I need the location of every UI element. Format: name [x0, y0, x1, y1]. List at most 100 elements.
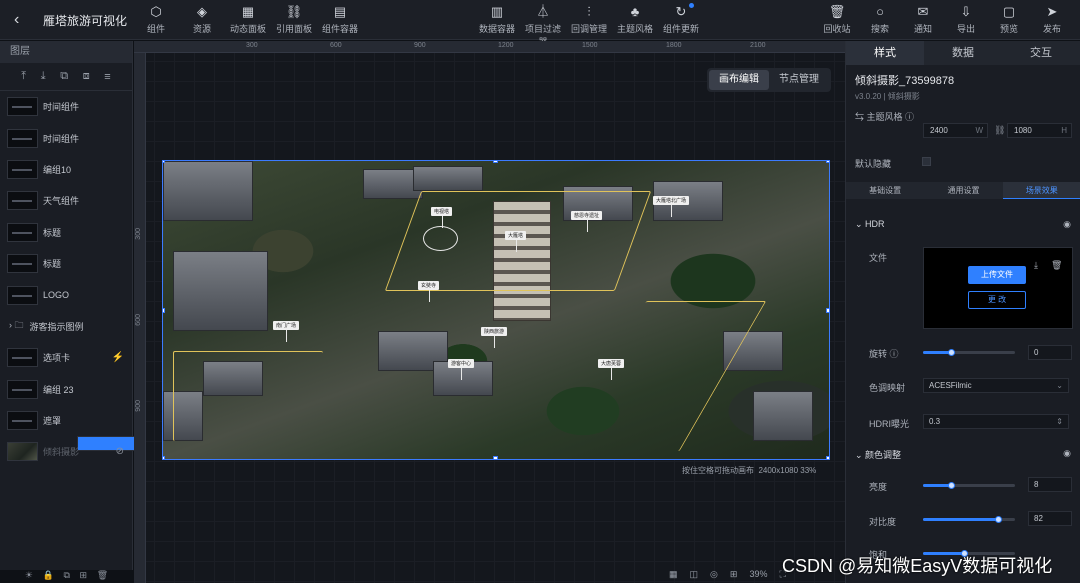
layer-label: 选项卡	[43, 353, 71, 364]
layer-item[interactable]: 时间组件	[0, 122, 132, 153]
poi-label[interactable]: 游客中心	[448, 359, 475, 380]
poi-label[interactable]: 玄奘寺	[418, 281, 440, 302]
toolbar-mid-2[interactable]: ⫶ 回调管理	[568, 4, 610, 35]
contrast-slider[interactable]	[923, 516, 1015, 523]
resize-handle[interactable]	[163, 308, 165, 313]
hdr-section-header[interactable]: ⌄ HDR	[855, 219, 885, 230]
layer-item[interactable]: 编组 23	[0, 374, 132, 405]
hdr-file-upload[interactable]: 上传文件 更 改 ⤓ 🗑	[923, 247, 1073, 329]
layer-item[interactable]: 天气组件	[0, 185, 132, 216]
toolbar-right-5[interactable]: ➤ 发布	[1031, 4, 1073, 35]
toolbar-mid-0[interactable]: ▥ 数据容器	[476, 4, 518, 35]
toolbar-mid-3[interactable]: ♣ 主题风格	[614, 4, 656, 35]
download-icon[interactable]: ⤓	[1034, 260, 1038, 271]
poi-label[interactable]: 南门广场	[273, 321, 300, 342]
layer-tool-icon[interactable]: ≡	[104, 71, 110, 83]
poi-label[interactable]: 电视塔	[431, 207, 453, 228]
stepper-icon[interactable]: ⇕	[1056, 415, 1063, 428]
poi-label[interactable]: 大唐芙蓉	[598, 359, 625, 380]
eye-icon[interactable]: ◉	[1063, 448, 1071, 459]
settings-subtab[interactable]: 基础设置	[846, 182, 924, 199]
property-tab[interactable]: 交互	[1002, 41, 1080, 65]
rotate-slider[interactable]	[923, 349, 1015, 356]
layer-item[interactable]: 倾斜摄影 ⊘	[0, 436, 132, 467]
resize-handle[interactable]	[163, 161, 165, 163]
eye-icon[interactable]: ◉	[1063, 219, 1071, 230]
toolbar-right-3[interactable]: ⇩ 导出	[945, 4, 987, 35]
resize-handle[interactable]	[163, 456, 165, 459]
toolbar-left-1[interactable]: ◈ 资源	[181, 4, 223, 35]
layer-item[interactable]: 选项卡 ⚡	[0, 342, 132, 373]
layer-flag-icon[interactable]: ⚡	[112, 352, 124, 363]
delete-icon[interactable]: 🗑	[1051, 260, 1062, 271]
poi-label[interactable]: 大雁塔	[505, 231, 527, 252]
slider-knob[interactable]	[947, 482, 955, 489]
resize-handle[interactable]	[826, 308, 829, 313]
settings-subtab[interactable]: 场景效果	[1002, 182, 1080, 199]
resize-handle[interactable]	[493, 456, 498, 459]
contrast-input[interactable]: 82	[1028, 511, 1072, 526]
layer-item[interactable]: 标题	[0, 248, 132, 279]
rotate-input[interactable]: 0	[1028, 345, 1072, 360]
canvas-bottom-control[interactable]: ◫	[690, 569, 699, 580]
resize-handle[interactable]	[493, 161, 498, 163]
width-input[interactable]: 2400 W	[923, 123, 988, 138]
layer-tool-icon[interactable]: ⤓	[41, 70, 46, 83]
link-ratio-icon[interactable]: ⛓	[994, 125, 1005, 136]
canvas-tab[interactable]: 画布编辑	[709, 70, 769, 90]
layer-tool-icon[interactable]: ⧉	[60, 70, 68, 83]
slider-knob[interactable]	[995, 516, 1003, 523]
toolbar-right-2[interactable]: ✉ 通知	[902, 4, 944, 35]
layer-group[interactable]: › 🗀 游客指示图例	[0, 311, 132, 342]
toolbar-mid-4[interactable]: ↻ 组件更新	[660, 3, 702, 35]
toolbar-left-2[interactable]: ▦ 动态面板	[227, 4, 269, 35]
slider-fill	[923, 518, 999, 521]
brightness-input[interactable]: 8	[1028, 477, 1072, 492]
canvas-bottom-control[interactable]: ⊞	[730, 569, 738, 580]
canvas-bottom-control[interactable]: 39%	[749, 569, 767, 580]
resize-handle[interactable]	[826, 161, 829, 163]
layer-bottom-icon[interactable]: 🗑	[97, 570, 108, 583]
settings-subtab[interactable]: 通用设置	[924, 182, 1002, 199]
layer-item[interactable]: 编组10	[0, 154, 132, 185]
oblique-photography-scene[interactable]: 电视塔大雁塔 慈恩寺遗址 大雁塔北广场玄奘寺南门广场 陕西旅游 游客中心 大唐芙蓉	[162, 160, 830, 460]
layer-bottom-icon[interactable]: ☀	[25, 570, 33, 583]
color-section-header[interactable]: ⌄ 颜色调整	[855, 448, 901, 461]
back-icon[interactable]: ‹	[14, 11, 19, 29]
layer-flag-icon[interactable]: ⊘	[116, 446, 124, 457]
default-hidden-checkbox[interactable]	[922, 157, 931, 166]
layer-item[interactable]: 标题	[0, 217, 132, 248]
height-input[interactable]: 1080 H	[1007, 123, 1072, 138]
hdr-exposure-input[interactable]: 0.3 ⇕	[923, 414, 1069, 429]
toolbar-left-0[interactable]: ⬡ 组件	[135, 4, 177, 35]
canvas-bottom-control[interactable]: ◎	[710, 569, 718, 580]
layer-bottom-icon[interactable]: 🔒	[43, 570, 54, 583]
toolbar-left-4[interactable]: ▤ 组件容器	[319, 4, 361, 35]
canvas-tab[interactable]: 节点管理	[769, 70, 829, 90]
layer-tool-icon[interactable]: ⤒	[21, 70, 26, 83]
layer-item[interactable]: 时间组件	[0, 91, 132, 122]
toolbar-right-0[interactable]: 🗑 回收站	[816, 4, 858, 35]
canvas-area[interactable]: 300 600 900 1200 1500 1800 2100 300 600 900 画布编辑…	[134, 41, 845, 583]
poi-label[interactable]: 大雁塔北广场	[653, 196, 690, 217]
poi-label[interactable]: 慈恩寺遗址	[571, 211, 603, 232]
brightness-slider[interactable]	[923, 482, 1015, 489]
layer-tool-icon[interactable]: ⧈	[83, 70, 90, 83]
layer-bottom-icon[interactable]: ⧉	[63, 570, 69, 583]
toolbar-right-1[interactable]: ○ 搜索	[859, 4, 901, 35]
property-tab[interactable]: 数据	[924, 41, 1002, 65]
layer-item[interactable]: LOGO	[0, 279, 132, 310]
toolbar-right-4[interactable]: ▢ 预览	[988, 4, 1030, 35]
toolbar-left-3[interactable]: ⛓ 引用面板	[273, 4, 315, 35]
tonemap-select[interactable]: ACESFilmic ⌄	[923, 378, 1069, 393]
poi-label[interactable]: 陕西旅游	[481, 327, 508, 348]
slider-knob[interactable]	[947, 349, 955, 356]
resize-handle[interactable]	[826, 456, 829, 459]
upload-file-button[interactable]: 上传文件	[968, 266, 1026, 284]
layer-thumbnail	[7, 128, 38, 148]
property-tab[interactable]: 样式	[846, 41, 924, 65]
layer-item[interactable]: 遮罩	[0, 405, 132, 436]
layer-bottom-icon[interactable]: ⊞	[80, 570, 88, 583]
change-button[interactable]: 更 改	[968, 291, 1026, 309]
canvas-bottom-control[interactable]: ▦	[669, 569, 678, 580]
